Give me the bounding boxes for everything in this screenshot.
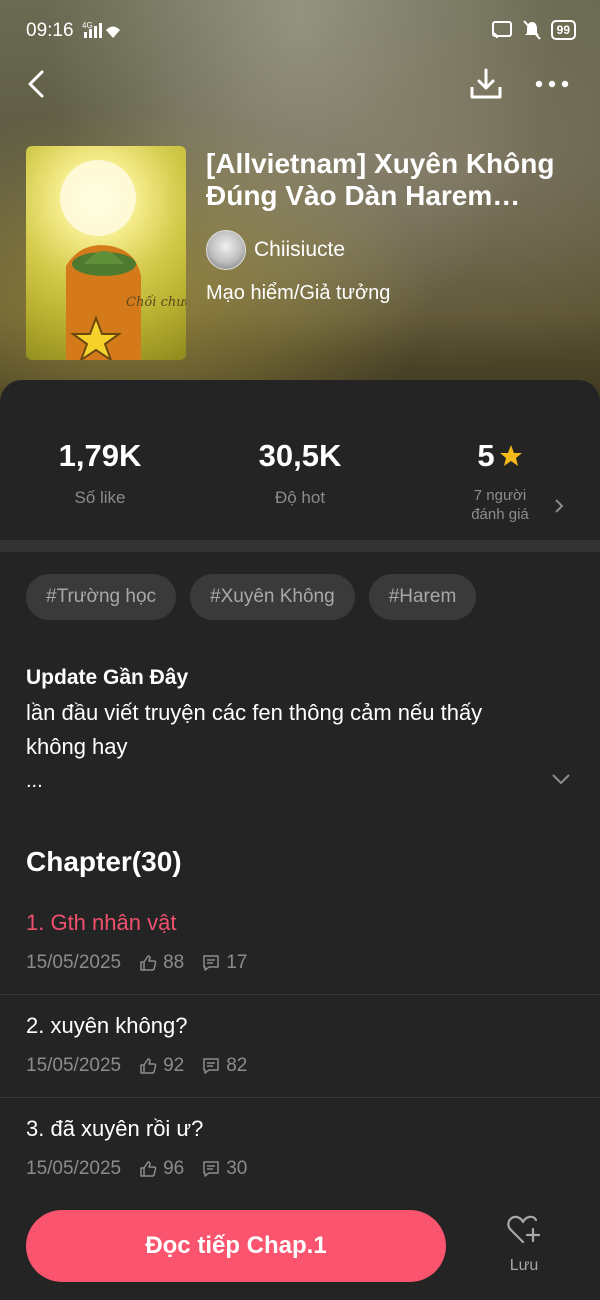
heart-plus-icon (507, 1215, 541, 1244)
author-name: Chiisiucte (254, 238, 346, 261)
likes-stat: 1,79K Số like (0, 436, 200, 508)
expand-description-button[interactable] (546, 764, 576, 794)
status-right: 99 (491, 20, 576, 40)
chevron-right-icon (555, 499, 564, 513)
section-divider (0, 540, 600, 552)
chapter-heading: Chapter(30) (26, 846, 182, 877)
story-title: [Allvietnam] Xuyên Không Đúng Vào Dàn Ha… (206, 148, 555, 211)
comment-icon (203, 1058, 219, 1074)
hot-stat: 30,5K Độ hot (200, 436, 400, 508)
hero-header: 09:16 4G 99 Chối chư [Allvietnam] Xuyên … (0, 0, 600, 420)
star-icon (499, 445, 522, 466)
chapter-date: 15/05/2025 (26, 1158, 122, 1179)
rating-value: 5 (477, 438, 495, 473)
tag-harem[interactable]: #Harem (368, 574, 477, 620)
tag-time-travel[interactable]: #Xuyên Không (190, 574, 355, 620)
comment-icon (203, 955, 219, 971)
bottom-action-bar: Đọc tiếp Chap.1 Lưu (0, 1194, 600, 1300)
save-label: Lưu (509, 1257, 539, 1274)
back-button[interactable] (14, 62, 58, 106)
continue-reading-button[interactable]: Đọc tiếp Chap.1 (26, 1210, 446, 1282)
back-icon (28, 70, 44, 98)
chapter-comments: 30 (226, 1158, 248, 1179)
chapter-likes: 92 (163, 1055, 185, 1076)
chapter-date: 15/05/2025 (26, 1055, 122, 1076)
likes-value: 1,79K (58, 438, 142, 473)
chapter-title: 1. Gth nhân vật (26, 910, 177, 935)
hot-label: Độ hot (274, 488, 326, 507)
likes-label: Số like (74, 488, 126, 507)
chapter-title: 3. đã xuyên rồi ư? (26, 1116, 204, 1141)
author-avatar (206, 230, 246, 270)
chapter-title: 2. xuyên không? (26, 1013, 188, 1038)
stats-row: 1,79K Số like 30,5K Độ hot 5 7 người đán… (0, 436, 600, 536)
rating-label: đánh giá (471, 506, 529, 523)
chapter-row[interactable]: 3. đã xuyên rồi ư? 15/05/2025 96 30 (0, 1098, 600, 1201)
chapter-meta: 15/05/2025 92 82 (26, 1055, 247, 1077)
rating-stat[interactable]: 5 7 người đánh giá (400, 436, 600, 524)
save-button[interactable]: Lưu (494, 1214, 554, 1284)
update-ellipsis: ... (26, 770, 43, 792)
battery-icon: 99 (550, 20, 576, 40)
status-time: 09:16 (26, 20, 74, 41)
chapter-meta: 15/05/2025 96 30 (26, 1158, 247, 1180)
chapter-list: 1. Gth nhân vật 15/05/2025 88 17 2. xuyê… (0, 892, 600, 1201)
update-title: Update Gần Đây (26, 666, 189, 689)
chapter-likes: 96 (163, 1158, 185, 1179)
signal-icon: 4G (82, 20, 122, 43)
detail-panel: 1,79K Số like 30,5K Độ hot 5 7 người đán… (0, 380, 600, 1300)
cast-icon (491, 21, 512, 39)
update-text: lần đầu viết truyện các fen thông cảm nế… (26, 700, 483, 759)
author-link[interactable]: Chiisiucte (206, 230, 345, 270)
chapter-likes: 88 (163, 952, 185, 973)
mute-bell-icon (522, 20, 541, 40)
status-bar: 09:16 4G 99 (0, 0, 600, 60)
chapter-meta: 15/05/2025 88 17 (26, 952, 247, 974)
download-button[interactable] (464, 62, 508, 106)
chapter-comments: 82 (226, 1055, 248, 1076)
chapter-comments: 17 (226, 952, 248, 973)
cover-image: Chối chưa? (26, 146, 186, 360)
thumbs-up-icon (140, 1161, 157, 1177)
comment-icon (203, 1161, 219, 1177)
genre-label: Mạo hiểm/Giả tưởng (206, 282, 391, 304)
chapter-row[interactable]: 1. Gth nhân vật 15/05/2025 88 17 (0, 892, 600, 995)
rating-count: 7 người (473, 487, 527, 504)
more-button[interactable] (530, 62, 574, 106)
chapter-date: 15/05/2025 (26, 952, 122, 973)
hot-value: 30,5K (258, 438, 342, 473)
more-icon (535, 80, 569, 88)
tag-school[interactable]: #Trường học (26, 574, 177, 620)
cover-caption: Chối chưa? (126, 294, 186, 310)
thumbs-up-icon (140, 1058, 157, 1074)
download-icon (470, 68, 502, 99)
network-label: 4G (82, 21, 93, 30)
tag-list: #Trường học #Xuyên Không #Harem (26, 574, 477, 620)
chapter-row[interactable]: 2. xuyên không? 15/05/2025 92 82 (0, 995, 600, 1098)
chevron-down-icon (552, 774, 570, 785)
thumbs-up-icon (140, 955, 157, 971)
